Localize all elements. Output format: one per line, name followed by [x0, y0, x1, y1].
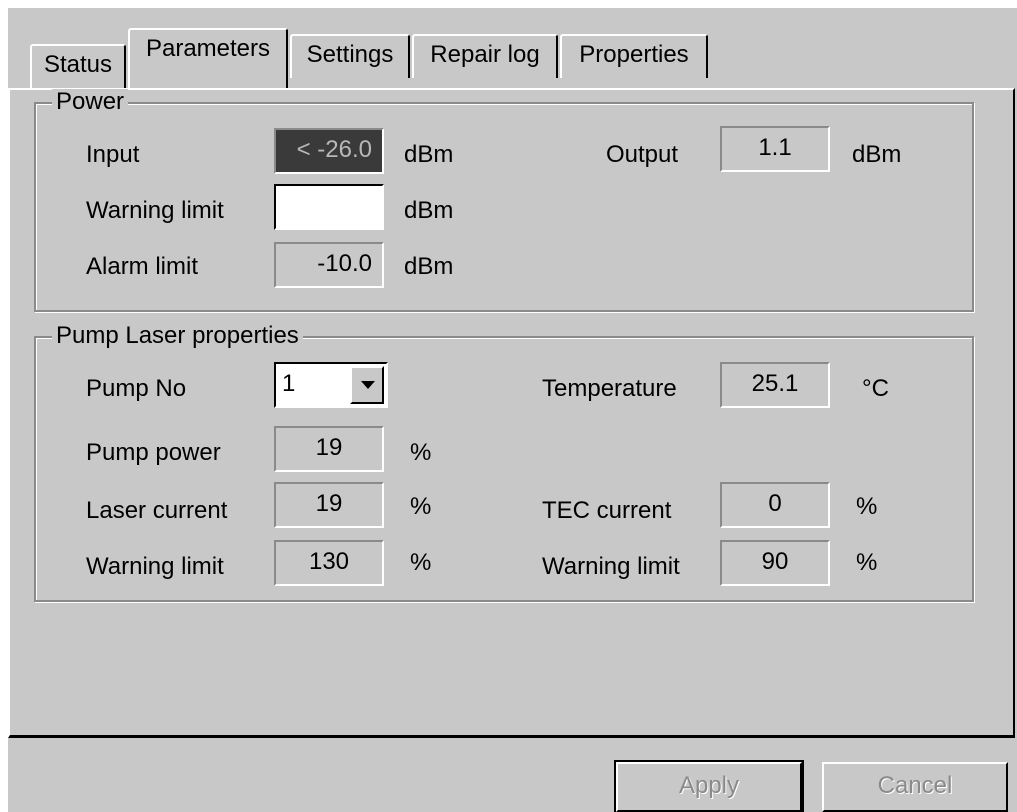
alarm-limit-unit: dBm [404, 253, 454, 280]
pump-no-label: Pump No [86, 375, 187, 402]
chevron-down-icon [361, 381, 375, 389]
input-label: Input [86, 141, 140, 168]
tec-warning-limit-unit: % [856, 549, 878, 576]
tec-current-unit: % [856, 493, 878, 520]
cancel-button[interactable]: Cancel [822, 762, 1008, 812]
laser-current-unit: % [410, 493, 432, 520]
left-edge [0, 0, 8, 812]
temperature-value: 25.1 [720, 362, 830, 408]
warning-limit-label: Warning limit [86, 197, 224, 224]
pump-laser-group-title: Pump Laser properties [52, 323, 303, 349]
tec-current-label: TEC current [542, 497, 672, 524]
output-label: Output [606, 141, 679, 168]
alarm-limit-value: -10.0 [274, 242, 384, 288]
tab-settings[interactable]: Settings [290, 34, 410, 78]
apply-button[interactable]: Apply [614, 760, 804, 812]
warning-limit-unit: dBm [404, 197, 454, 224]
pump-power-label: Pump power [86, 439, 221, 466]
tab-properties[interactable]: Properties [560, 34, 708, 78]
temperature-unit: °C [862, 375, 889, 402]
pump-no-select[interactable]: 1 [274, 362, 388, 408]
laser-current-label: Laser current [86, 497, 228, 524]
pump-no-dropdown-button[interactable] [350, 366, 384, 404]
power-group-title: Power [52, 89, 129, 115]
tec-current-value: 0 [720, 482, 830, 528]
tab-repair-log[interactable]: Repair log [412, 34, 558, 78]
pump-power-unit: % [410, 439, 432, 466]
tec-warning-limit-label: Warning limit [542, 553, 680, 580]
pump-no-value: 1 [282, 370, 296, 397]
laser-warning-limit-value: 130 [274, 540, 384, 586]
tab-status[interactable]: Status [30, 44, 126, 88]
laser-warning-limit-unit: % [410, 549, 432, 576]
output-unit: dBm [852, 141, 902, 168]
tec-warning-limit-value: 90 [720, 540, 830, 586]
laser-current-value: 19 [274, 482, 384, 528]
input-unit: dBm [404, 141, 454, 168]
alarm-limit-label: Alarm limit [86, 253, 198, 280]
warning-limit-input[interactable] [274, 184, 384, 230]
top-edge [0, 0, 1017, 8]
tab-parameters[interactable]: Parameters [128, 28, 288, 88]
input-value: < -26.0 [274, 128, 384, 174]
output-value: 1.1 [720, 126, 830, 172]
temperature-label: Temperature [542, 375, 677, 402]
pump-power-value: 19 [274, 426, 384, 472]
laser-warning-limit-label: Warning limit [86, 553, 224, 580]
